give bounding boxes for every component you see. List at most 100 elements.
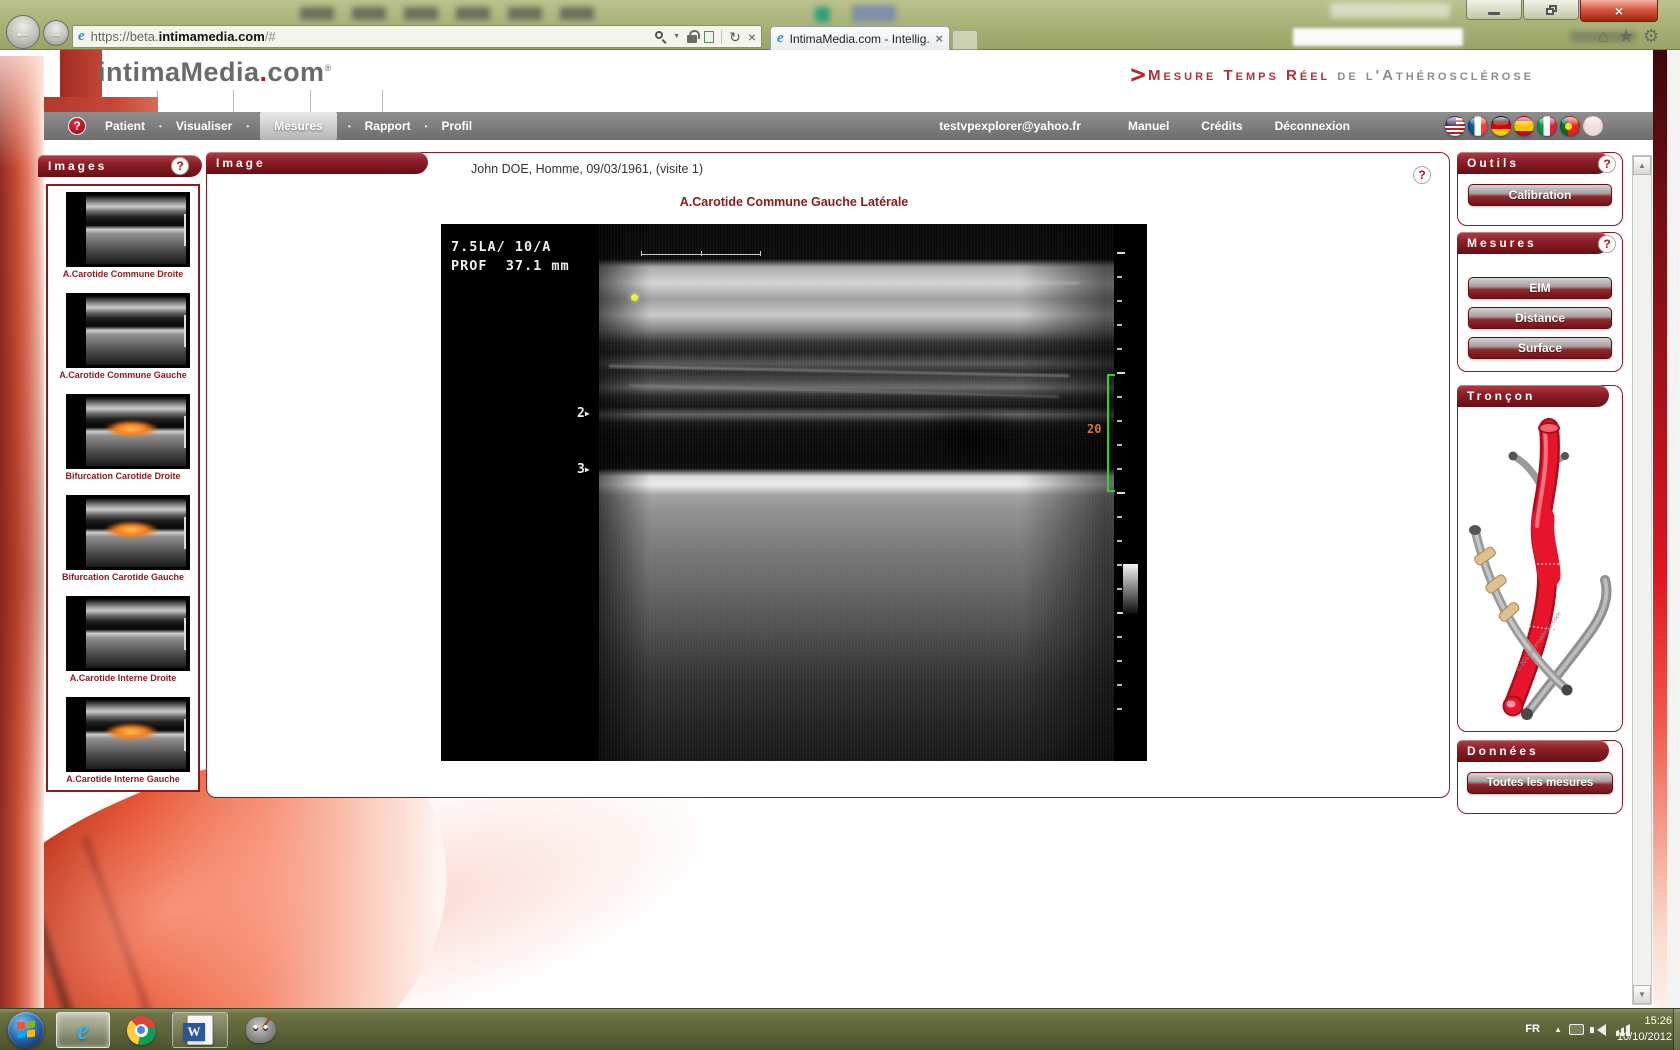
thumbnail-label[interactable]: Bifurcation Carotide Gauche bbox=[48, 572, 198, 582]
calibration-button[interactable]: Calibration bbox=[1468, 184, 1612, 206]
measurement-bracket[interactable] bbox=[1107, 374, 1115, 492]
clock[interactable]: 15:26 10/10/2012 bbox=[1610, 1013, 1672, 1045]
distance-button[interactable]: Distance bbox=[1468, 307, 1612, 329]
image-panel-header: Image bbox=[206, 152, 428, 174]
taskbar-ie-button[interactable]: e bbox=[56, 1012, 110, 1048]
nav-link-deconnexion[interactable]: Déconnexion bbox=[1272, 112, 1353, 140]
keyboard-icon[interactable] bbox=[1569, 1024, 1584, 1035]
eim-button[interactable]: EIM bbox=[1468, 277, 1612, 299]
volume-icon[interactable] bbox=[1597, 1024, 1606, 1036]
back-icon: ← bbox=[14, 22, 32, 43]
measures-help-button[interactable]: ? bbox=[1598, 235, 1616, 253]
back-button[interactable]: ← bbox=[6, 15, 40, 49]
forward-button[interactable]: → bbox=[43, 20, 69, 46]
help-icon: ? bbox=[1603, 237, 1610, 251]
gimp-icon bbox=[246, 1017, 276, 1043]
browser-chrome: ← → e https://beta.intimamedia.com/# ▼ ↻… bbox=[0, 0, 1680, 50]
scroll-up-icon[interactable]: ▲ bbox=[1633, 156, 1651, 175]
nav-item-profil[interactable]: Profil bbox=[438, 112, 475, 140]
language-indicator[interactable]: FR bbox=[1525, 1023, 1540, 1035]
taskbar-chrome-button[interactable] bbox=[118, 1012, 164, 1048]
taskbar-word-button[interactable]: W bbox=[172, 1012, 228, 1048]
ultrasound-image[interactable]: 7.5LA/ 10/APROF 37.1 mm 2▶ 3▶ 20 bbox=[441, 224, 1147, 761]
url-text[interactable]: https://beta.intimamedia.com/# bbox=[91, 29, 655, 44]
search-icon[interactable] bbox=[655, 31, 666, 42]
all-measures-button[interactable]: Toutes les mesures bbox=[1467, 772, 1613, 794]
word-icon: W bbox=[187, 1015, 213, 1045]
artery-diagram[interactable]: © 2011 IntimaMedia.com bbox=[1463, 413, 1617, 727]
start-button[interactable] bbox=[8, 1012, 44, 1048]
home-icon[interactable]: ⌂ bbox=[1598, 27, 1609, 45]
thumbnail-carotide-interne-droite[interactable] bbox=[66, 596, 190, 671]
minimize-button[interactable] bbox=[1466, 0, 1522, 20]
tray-time: 15:26 bbox=[1610, 1013, 1672, 1029]
nav-link-manuel[interactable]: Manuel bbox=[1125, 112, 1172, 140]
search-dropdown-icon[interactable]: ▼ bbox=[673, 33, 680, 40]
lock-icon[interactable] bbox=[687, 35, 697, 43]
nav-item-mesures[interactable]: Mesures bbox=[260, 112, 337, 140]
refresh-icon[interactable]: ↻ bbox=[729, 30, 741, 44]
tab-close-icon[interactable]: × bbox=[935, 31, 943, 46]
taskbar-gimp-button[interactable] bbox=[236, 1012, 286, 1048]
left-red-decoration bbox=[0, 56, 44, 1008]
thumbnail-label[interactable]: Bifurcation Carotide Droite bbox=[48, 471, 198, 481]
favorites-star-icon[interactable]: ★ bbox=[1618, 27, 1634, 45]
flag-us-icon[interactable] bbox=[1445, 116, 1465, 136]
thumbnail-label[interactable]: A.Carotide Interne Droite bbox=[48, 673, 198, 683]
site-logo[interactable]: intimaMedia.com® bbox=[98, 57, 332, 88]
new-tab-button[interactable] bbox=[952, 30, 978, 50]
nav-item-rapport[interactable]: Rapport bbox=[362, 112, 414, 140]
calibration-point-marker[interactable] bbox=[631, 294, 638, 301]
tools-help-button[interactable]: ? bbox=[1598, 155, 1616, 173]
flag-de-icon[interactable] bbox=[1491, 116, 1511, 136]
thumbnail-bifurcation-droite[interactable] bbox=[66, 394, 190, 469]
tab-title: IntimaMedia.com - Intellig... bbox=[790, 32, 932, 46]
user-email: testvpexplorer@yahoo.fr bbox=[939, 119, 1081, 133]
flag-it-icon[interactable] bbox=[1537, 116, 1557, 136]
flag-fr-icon[interactable] bbox=[1468, 116, 1488, 136]
ultrasound-overlay-text: 7.5LA/ 10/APROF 37.1 mm bbox=[451, 238, 570, 276]
window-edge bbox=[1667, 50, 1680, 1008]
thumbnail-label[interactable]: A.Carotide Commune Droite bbox=[48, 269, 198, 279]
image-panel: Image John DOE, Homme, 09/03/1961, (visi… bbox=[206, 152, 1450, 798]
tray-expand-icon[interactable]: ▲ bbox=[1554, 1025, 1562, 1034]
thumbnail-carotide-interne-gauche[interactable] bbox=[66, 697, 190, 772]
flag-es-icon[interactable] bbox=[1514, 116, 1534, 136]
restore-button[interactable] bbox=[1523, 0, 1579, 20]
chrome-icon bbox=[127, 1016, 156, 1045]
tagline-chevron-icon: > bbox=[1130, 60, 1146, 90]
scroll-down-icon[interactable]: ▼ bbox=[1633, 985, 1651, 1004]
close-button[interactable]: × bbox=[1580, 0, 1658, 22]
measure-marker-2[interactable]: 2▶ bbox=[577, 406, 590, 421]
thumbnail-carotide-commune-droite[interactable] bbox=[66, 192, 190, 267]
ultrasound-title: A.Carotide Commune Gauche Latérale bbox=[441, 195, 1147, 209]
marker-arrow-icon: ▶ bbox=[585, 409, 590, 418]
browser-tab[interactable]: e IntimaMedia.com - Intellig... × bbox=[770, 26, 950, 50]
flag-pt-icon[interactable] bbox=[1560, 116, 1580, 136]
thumbnail-bifurcation-gauche[interactable] bbox=[66, 495, 190, 570]
help-icon: ? bbox=[176, 159, 183, 173]
divider bbox=[233, 90, 234, 112]
nav-item-patient[interactable]: Patient bbox=[102, 112, 148, 140]
right-red-decoration bbox=[1653, 50, 1667, 1008]
measure-marker-3[interactable]: 3▶ bbox=[577, 462, 590, 477]
address-bar[interactable]: e https://beta.intimamedia.com/# ▼ ↻ × bbox=[72, 25, 762, 48]
help-icon: ? bbox=[1418, 168, 1425, 182]
show-desktop-button[interactable] bbox=[1673, 1009, 1680, 1050]
compatibility-view-icon[interactable] bbox=[704, 31, 714, 43]
thumbnail-label[interactable]: A.Carotide Interne Gauche bbox=[48, 774, 198, 784]
nav-link-credits[interactable]: Crédits bbox=[1198, 112, 1245, 140]
data-panel: Données Toutes les mesures bbox=[1457, 740, 1623, 814]
nav-item-visualiser[interactable]: Visualiser bbox=[173, 112, 235, 140]
nav-help-button[interactable]: ? bbox=[68, 117, 86, 135]
image-help-button[interactable]: ? bbox=[1413, 166, 1431, 184]
thumbnail-label[interactable]: A.Carotide Commune Gauche bbox=[48, 370, 198, 380]
images-help-button[interactable]: ? bbox=[171, 157, 189, 175]
surface-button[interactable]: Surface bbox=[1468, 337, 1612, 359]
minimize-icon bbox=[1488, 12, 1500, 15]
thumbnail-carotide-commune-gauche[interactable] bbox=[66, 293, 190, 368]
tools-gear-icon[interactable]: ⚙ bbox=[1643, 27, 1659, 45]
troncon-panel-header: Tronçon bbox=[1457, 385, 1609, 407]
page-scrollbar[interactable]: ▲ ▼ bbox=[1632, 155, 1652, 1005]
stop-icon[interactable]: × bbox=[748, 30, 756, 44]
